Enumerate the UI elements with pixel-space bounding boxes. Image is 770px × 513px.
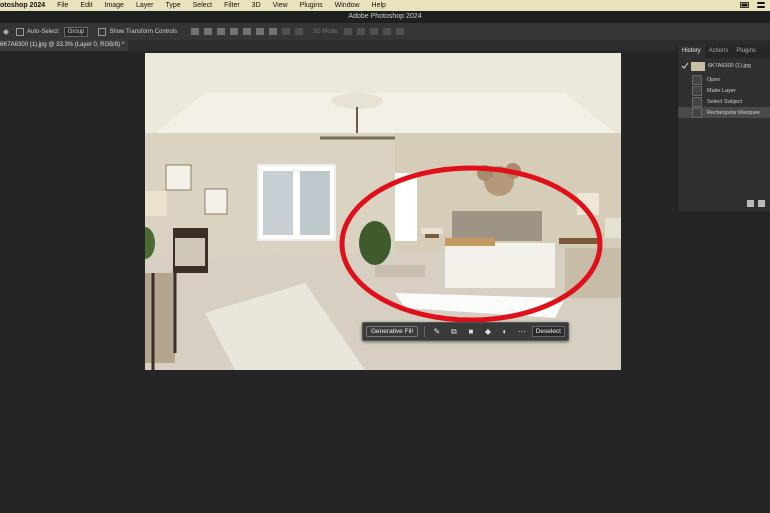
- tab-actions[interactable]: Actions: [705, 45, 733, 58]
- history-item-rectangular-marquee[interactable]: Rectangular Marquee: [678, 107, 770, 118]
- history-item-label: Make Layer: [707, 87, 736, 94]
- divider: [423, 326, 425, 337]
- more-options-icon[interactable]: ⋯: [517, 327, 527, 337]
- generative-fill-button[interactable]: Generative Fill: [366, 326, 418, 337]
- checkmark-icon: [681, 62, 689, 69]
- history-state-icon: [692, 85, 702, 96]
- snapshot-thumbnail: [691, 61, 705, 71]
- history-item-label: Open: [707, 76, 721, 83]
- history-item-label: Rectangular Marquee: [707, 109, 760, 116]
- history-item-label: Select Subject: [707, 98, 743, 105]
- fill-icon[interactable]: ◆: [483, 327, 493, 337]
- panel-footer: [747, 200, 765, 207]
- panel-tabs: History Actions Plugins: [678, 45, 770, 58]
- tab-plugins[interactable]: Plugins: [732, 45, 760, 58]
- history-panel: History Actions Plugins 6K7A6300 (1).jpg…: [677, 45, 770, 211]
- red-highlight-ellipse: [339, 165, 603, 323]
- deselect-button[interactable]: Deselect: [531, 326, 565, 337]
- snapshot-camera-icon[interactable]: [758, 200, 765, 207]
- history-snapshot[interactable]: 6K7A6300 (1).jpg: [678, 58, 770, 74]
- contextual-task-bar: Generative Fill ✎ ⧉ ■ ◆ ◐ ⋯ Deselect: [362, 322, 569, 341]
- history-item-make-layer[interactable]: Make Layer: [678, 85, 770, 96]
- snapshot-label: 6K7A6300 (1).jpg: [708, 63, 751, 69]
- history-state-icon: [692, 74, 702, 85]
- new-document-from-state-icon[interactable]: [747, 200, 754, 207]
- adjustment-icon[interactable]: ◐: [500, 327, 510, 337]
- marquee-icon: [692, 107, 702, 118]
- transform-selection-icon[interactable]: ⧉: [449, 327, 459, 337]
- tab-history[interactable]: History: [678, 45, 705, 58]
- history-state-icon: [692, 96, 702, 107]
- mask-icon[interactable]: ■: [466, 327, 476, 337]
- annotation-overlay: [339, 165, 603, 323]
- history-item-select-subject[interactable]: Select Subject: [678, 96, 770, 107]
- history-item-open[interactable]: Open: [678, 74, 770, 85]
- brush-icon[interactable]: ✎: [432, 327, 442, 337]
